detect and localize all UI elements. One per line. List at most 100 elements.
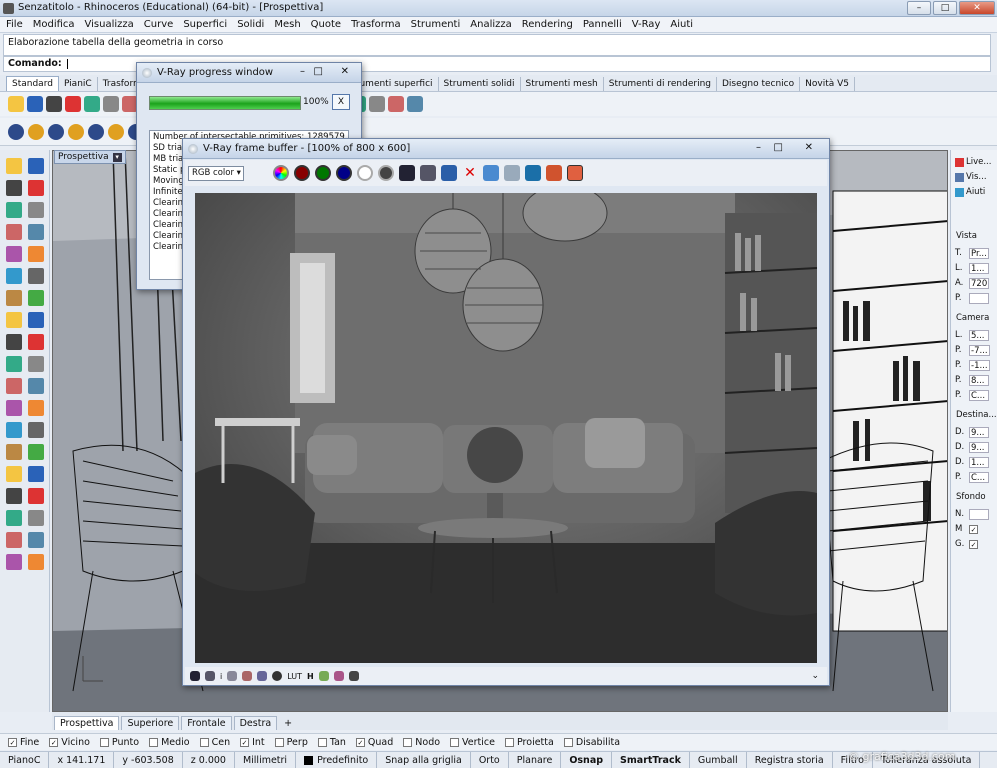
menu-item-visualizza[interactable]: Visualizza: [85, 19, 134, 30]
draw-tool-icon[interactable]: [28, 290, 44, 306]
draw-tool-icon[interactable]: [28, 158, 44, 174]
toolbar-tab-0[interactable]: Standard: [6, 76, 59, 91]
osnap-proietta[interactable]: Proietta: [505, 737, 554, 748]
toolbar-tool-icon[interactable]: [27, 96, 43, 112]
draw-tool-icon[interactable]: [6, 202, 22, 218]
toolbar-tab-8[interactable]: Strumenti mesh: [521, 77, 604, 91]
draw-tool-icon[interactable]: [6, 246, 22, 262]
draw-tool-icon[interactable]: [6, 444, 22, 460]
draw-tool-icon[interactable]: [28, 400, 44, 416]
vray-tool-icon[interactable]: [88, 123, 104, 140]
draw-tool-icon[interactable]: [28, 312, 44, 328]
status-plane[interactable]: PianoC: [0, 752, 50, 768]
viewport-title[interactable]: Prospettiva ▾: [54, 150, 126, 164]
osnap-vertice[interactable]: Vertice: [450, 737, 495, 748]
lens-effects-icon[interactable]: [546, 165, 562, 181]
viewport-tab-prospettiva[interactable]: Prospettiva: [54, 716, 120, 730]
menu-item-trasforma[interactable]: Trasforma: [351, 19, 401, 30]
close-icon[interactable]: ✕: [341, 66, 349, 77]
vfb-title-bar[interactable]: V-Ray frame buffer - [100% of 800 x 600]…: [183, 139, 829, 159]
draw-tool-icon[interactable]: [6, 488, 22, 504]
alpha-white-icon[interactable]: [357, 165, 373, 181]
background-icon[interactable]: [272, 671, 283, 681]
close-button[interactable]: ✕: [959, 1, 995, 15]
toolbar-tab-1[interactable]: PianiC: [59, 77, 98, 91]
draw-tool-icon[interactable]: [6, 334, 22, 350]
panel-field[interactable]: L. 1...: [955, 262, 995, 274]
draw-tool-icon[interactable]: [6, 268, 22, 284]
osnap-quad[interactable]: ✓ Quad: [355, 737, 393, 748]
red-channel-icon[interactable]: [294, 165, 310, 181]
osnap-checkbox[interactable]: [99, 737, 109, 747]
toolbar-tab-7[interactable]: Strumenti solidi: [439, 77, 521, 91]
viewport-tab-superiore[interactable]: Superiore: [121, 716, 180, 730]
draw-tool-icon[interactable]: [28, 554, 44, 570]
osnap-nodo[interactable]: Nodo: [403, 737, 440, 748]
menu-item-strumenti[interactable]: Strumenti: [411, 19, 461, 30]
osnap-checkbox[interactable]: ✓: [8, 737, 17, 747]
panel-field[interactable]: P. -7...: [955, 344, 995, 356]
vray-frame-buffer[interactable]: V-Ray frame buffer - [100% of 800 x 600]…: [182, 138, 830, 686]
blue-channel-icon[interactable]: [336, 165, 352, 181]
osnap-checkbox[interactable]: ✓: [49, 737, 59, 747]
osnap-checkbox[interactable]: [450, 737, 460, 747]
vray-tool-icon[interactable]: [108, 123, 124, 140]
toolbar-tab-10[interactable]: Disegno tecnico: [717, 77, 801, 91]
draw-tool-icon[interactable]: [6, 378, 22, 394]
osnap-medio[interactable]: Medio: [149, 737, 190, 748]
draw-tool-icon[interactable]: [28, 532, 44, 548]
panel-field[interactable]: D. 9...: [955, 426, 995, 438]
menu-item-pannelli[interactable]: Pannelli: [583, 19, 622, 30]
exposure-icon[interactable]: [257, 671, 268, 681]
panel-field[interactable]: P. -1...: [955, 359, 995, 371]
draw-tool-icon[interactable]: [6, 554, 22, 570]
pixel-aspect-icon[interactable]: [333, 671, 344, 681]
osnap-punto[interactable]: Punto: [99, 737, 139, 748]
draw-tool-icon[interactable]: [6, 224, 22, 240]
levels-icon[interactable]: [227, 671, 238, 681]
vray-tool-icon[interactable]: [8, 123, 24, 140]
vray-tool-icon[interactable]: [28, 123, 44, 140]
srgb-icon[interactable]: [318, 671, 329, 681]
draw-tool-icon[interactable]: [6, 290, 22, 306]
menu-item-superfici[interactable]: Superfici: [183, 19, 227, 30]
green-channel-icon[interactable]: [315, 165, 331, 181]
draw-tool-icon[interactable]: [28, 268, 44, 284]
toolbar-tab-11[interactable]: Novità V5: [800, 77, 855, 91]
panel-field[interactable]: T. Pr...: [955, 247, 995, 259]
draw-tool-icon[interactable]: [28, 224, 44, 240]
progress-title-bar[interactable]: V-Ray progress window – □ ✕: [137, 63, 361, 83]
panel-field[interactable]: N.: [955, 508, 995, 520]
osnap-checkbox[interactable]: [403, 737, 413, 747]
status-toggle-osnap[interactable]: Osnap: [561, 752, 613, 768]
osnap-disabilita[interactable]: Disabilita: [563, 737, 620, 748]
panel-field[interactable]: P. 8...: [955, 374, 995, 386]
vray-tool-icon[interactable]: [68, 123, 84, 140]
draw-tool-icon[interactable]: [6, 532, 22, 548]
toolbar-tab-9[interactable]: Strumenti di rendering: [604, 77, 717, 91]
toolbar-tool-icon[interactable]: [103, 96, 119, 112]
osnap-checkbox[interactable]: ✓: [240, 737, 250, 747]
minimize-icon[interactable]: –: [756, 142, 761, 153]
clear-x-icon[interactable]: ✕: [462, 165, 478, 181]
menu-item-mesh[interactable]: Mesh: [274, 19, 300, 30]
vray-tool-icon[interactable]: [48, 123, 64, 140]
draw-tool-icon[interactable]: [6, 356, 22, 372]
draw-tool-icon[interactable]: [28, 202, 44, 218]
copy-icon[interactable]: [420, 165, 436, 181]
region-render-icon[interactable]: [525, 165, 541, 181]
maximize-button[interactable]: □: [933, 1, 957, 15]
draw-tool-icon[interactable]: [28, 466, 44, 482]
folder-icon[interactable]: [441, 165, 457, 181]
menu-item-aiuti[interactable]: Aiuti: [670, 19, 693, 30]
toolbar-tool-icon[interactable]: [65, 96, 81, 112]
status-toggle-gumball[interactable]: Gumball: [690, 752, 747, 768]
panel-field[interactable]: A. 720: [955, 277, 995, 289]
stereo-icon[interactable]: [348, 671, 359, 681]
ab-compare-icon[interactable]: [567, 165, 583, 181]
panel-field[interactable]: P. C...: [955, 389, 995, 401]
curves-icon[interactable]: [242, 671, 253, 681]
close-icon[interactable]: ✕: [805, 142, 813, 153]
draw-tool-icon[interactable]: [6, 158, 22, 174]
lut-icon[interactable]: LUT: [287, 672, 302, 681]
